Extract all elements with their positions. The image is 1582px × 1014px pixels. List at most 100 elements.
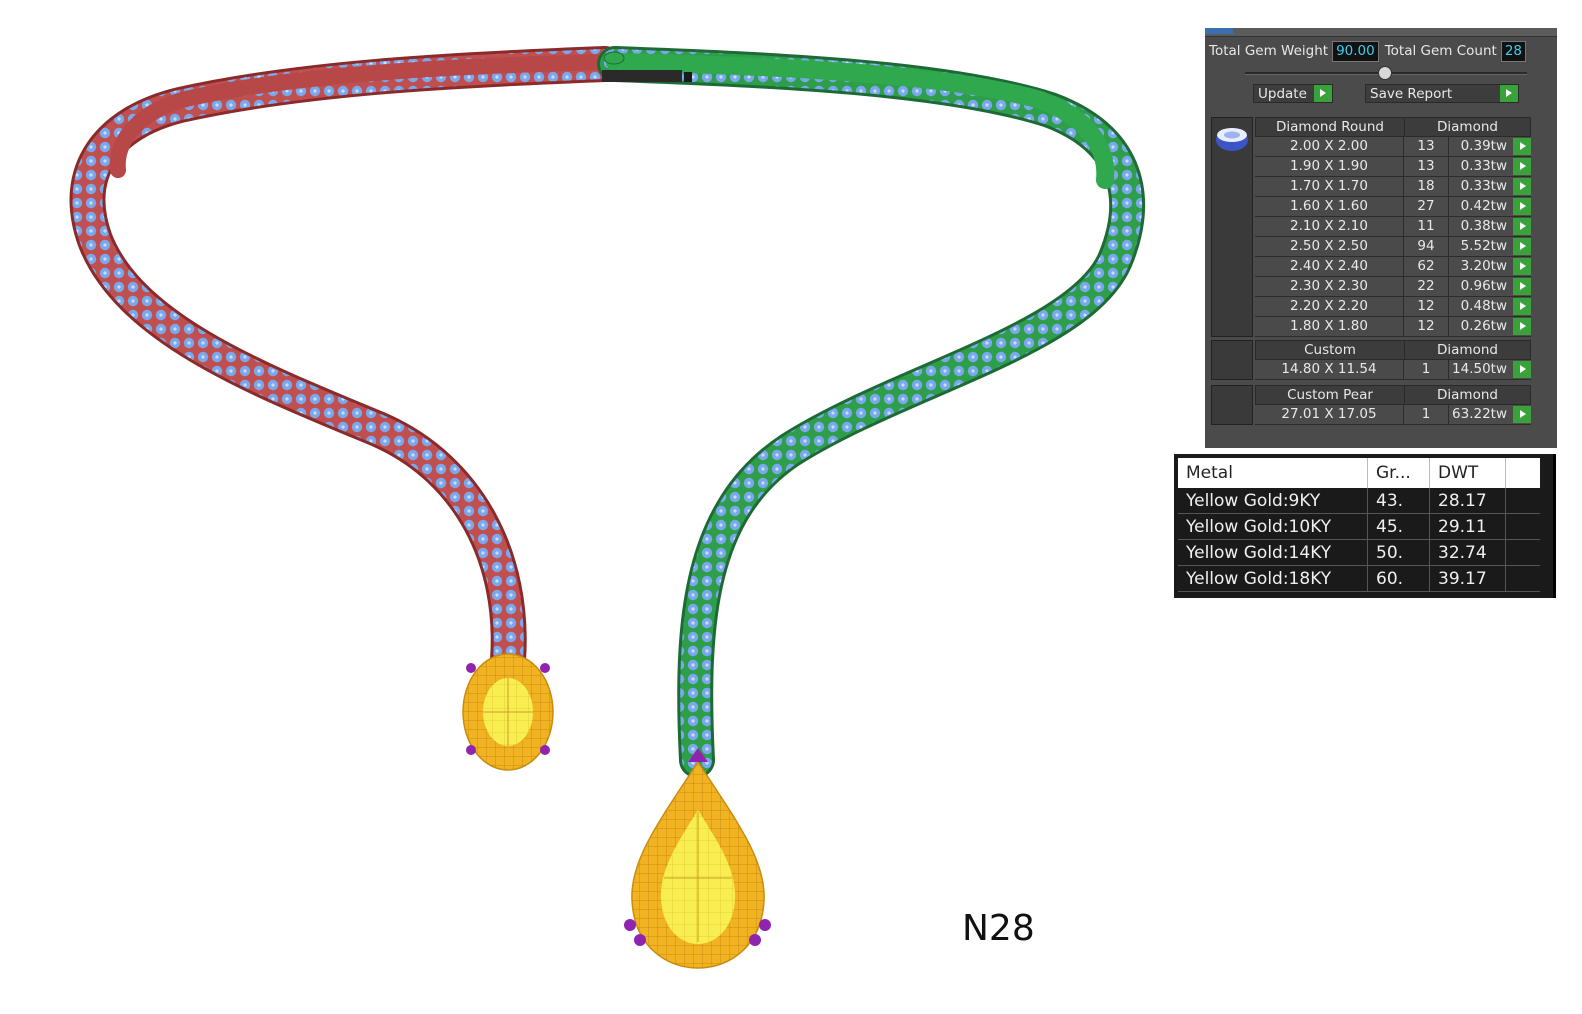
shape-header: Diamond Round	[1256, 118, 1405, 136]
metal-grams: 43.	[1368, 488, 1430, 513]
total-gem-weight-field[interactable]: 90.00	[1332, 40, 1379, 62]
gem-row[interactable]: 2.50 X 2.50 94 5.52tw	[1255, 237, 1531, 257]
gem-count: 22	[1404, 277, 1449, 296]
play-arrow-icon[interactable]	[1513, 361, 1531, 378]
material-header: Diamond	[1437, 387, 1498, 403]
gem-size: 2.50 X 2.50	[1255, 237, 1404, 256]
gem-row[interactable]: 14.80 X 11.54 1 14.50tw	[1255, 360, 1531, 380]
gem-thumbnail[interactable]	[1211, 385, 1253, 425]
update-button[interactable]: Update	[1253, 84, 1333, 103]
gem-size: 1.70 X 1.70	[1255, 177, 1404, 196]
metal-dwt: 39.17	[1430, 566, 1506, 591]
play-arrow-icon[interactable]	[1513, 298, 1531, 315]
gem-size: 1.80 X 1.80	[1255, 317, 1404, 336]
collapse-handle-icon[interactable]	[1378, 66, 1392, 80]
gem-size: 2.00 X 2.00	[1255, 137, 1404, 156]
metal-dwt: 32.74	[1430, 540, 1506, 565]
gem-weight: 0.42tw	[1460, 198, 1507, 214]
gem-row[interactable]: 27.01 X 17.05 1 63.22tw	[1255, 405, 1531, 425]
metal-name: Yellow Gold:9KY	[1178, 488, 1368, 513]
metal-dwt: 28.17	[1430, 488, 1506, 513]
table-header: Metal Gr... DWT	[1178, 458, 1540, 488]
metal-name: Yellow Gold:10KY	[1178, 514, 1368, 539]
gem-count: 1	[1404, 405, 1449, 424]
table-row[interactable]: Yellow Gold:14KY 50. 32.74	[1178, 540, 1540, 566]
gem-row[interactable]: 2.30 X 2.30 22 0.96tw	[1255, 277, 1531, 297]
gem-row[interactable]: 2.40 X 2.40 62 3.20tw	[1255, 257, 1531, 277]
play-arrow-icon[interactable]	[1513, 406, 1531, 423]
play-arrow-icon[interactable]	[1314, 85, 1332, 102]
totals-row: Total Gem Weight 90.00 Total Gem Count 2…	[1209, 40, 1532, 62]
play-arrow-icon[interactable]	[1513, 138, 1531, 155]
gem-group-header: Custom Pear Diamond	[1255, 385, 1531, 405]
round-diamond-icon	[1216, 128, 1248, 151]
gem-row[interactable]: 2.10 X 2.10 11 0.38tw	[1255, 217, 1531, 237]
play-arrow-icon[interactable]	[1513, 278, 1531, 295]
shape-header: Custom	[1256, 341, 1405, 359]
gem-report-panel: Total Gem Weight 90.00 Total Gem Count 2…	[1205, 28, 1557, 448]
gem-weight: 0.33tw	[1460, 178, 1507, 194]
save-report-button[interactable]: Save Report	[1365, 84, 1519, 103]
gem-weight: 0.48tw	[1460, 298, 1507, 314]
table-row[interactable]: Yellow Gold:9KY 43. 28.17	[1178, 488, 1540, 514]
table-row[interactable]: Yellow Gold:18KY 60. 39.17	[1178, 566, 1540, 592]
gem-row[interactable]: 2.00 X 2.00 13 0.39tw	[1255, 137, 1531, 157]
gem-size: 14.80 X 11.54	[1255, 360, 1404, 379]
gem-weight: 0.39tw	[1460, 138, 1507, 154]
total-gem-count-field[interactable]: 28	[1500, 40, 1527, 62]
left-necklace-band	[69, 46, 623, 678]
play-arrow-icon[interactable]	[1513, 238, 1531, 255]
gem-weight: 0.26tw	[1460, 318, 1507, 334]
table-border	[1553, 454, 1556, 598]
metal-grams: 50.	[1368, 540, 1430, 565]
play-arrow-icon[interactable]	[1513, 258, 1531, 275]
gem-size: 1.60 X 1.60	[1255, 197, 1404, 216]
metal-name: Yellow Gold:14KY	[1178, 540, 1368, 565]
play-arrow-icon[interactable]	[1513, 318, 1531, 335]
pear-gem-setting	[624, 748, 771, 969]
gem-size: 27.01 X 17.05	[1255, 405, 1404, 424]
panel-titlebar	[1205, 28, 1557, 37]
gem-weight: 14.50tw	[1452, 361, 1507, 377]
shape-header: Custom Pear	[1256, 386, 1405, 404]
material-header: Diamond	[1437, 342, 1498, 358]
total-gem-weight-label: Total Gem Weight	[1209, 43, 1329, 59]
gem-weight: 63.22tw	[1452, 406, 1507, 422]
gem-weight: 3.20tw	[1460, 258, 1507, 274]
metal-grams: 60.	[1368, 566, 1430, 591]
metal-grams: 45.	[1368, 514, 1430, 539]
gem-count: 62	[1404, 257, 1449, 276]
play-arrow-icon[interactable]	[1513, 158, 1531, 175]
gem-size: 2.20 X 2.20	[1255, 297, 1404, 316]
table-row[interactable]: Yellow Gold:10KY 45. 29.11	[1178, 514, 1540, 540]
total-gem-count-label: Total Gem Count	[1384, 43, 1497, 59]
model-label: N28	[962, 908, 1035, 949]
oval-gem-setting	[462, 653, 554, 771]
play-arrow-icon[interactable]	[1513, 198, 1531, 215]
right-necklace-band	[597, 46, 1146, 778]
play-arrow-icon[interactable]	[1513, 178, 1531, 195]
metal-weight-table: Metal Gr... DWT Yellow Gold:9KY 43. 28.1…	[1174, 454, 1556, 598]
column-header-grams[interactable]: Gr...	[1368, 458, 1430, 488]
play-arrow-icon[interactable]	[1500, 85, 1518, 102]
gem-row[interactable]: 1.70 X 1.70 18 0.33tw	[1255, 177, 1531, 197]
gem-thumbnail[interactable]	[1211, 117, 1253, 337]
column-header-metal[interactable]: Metal	[1178, 458, 1368, 488]
gem-row[interactable]: 1.80 X 1.80 12 0.26tw	[1255, 317, 1531, 337]
gem-row[interactable]: 1.90 X 1.90 13 0.33tw	[1255, 157, 1531, 177]
gem-row[interactable]: 2.20 X 2.20 12 0.48tw	[1255, 297, 1531, 317]
gem-thumbnail[interactable]	[1211, 340, 1253, 380]
gem-count: 94	[1404, 237, 1449, 256]
gem-group-header: Diamond Round Diamond	[1255, 117, 1531, 137]
gem-size: 1.90 X 1.90	[1255, 157, 1404, 176]
gem-weight: 0.38tw	[1460, 218, 1507, 234]
gem-weight: 0.96tw	[1460, 278, 1507, 294]
play-arrow-icon[interactable]	[1513, 218, 1531, 235]
metal-dwt: 29.11	[1430, 514, 1506, 539]
column-header-dwt[interactable]: DWT	[1430, 458, 1506, 488]
gem-size: 2.10 X 2.10	[1255, 217, 1404, 236]
gem-count: 11	[1404, 217, 1449, 236]
gem-row[interactable]: 1.60 X 1.60 27 0.42tw	[1255, 197, 1531, 217]
gem-weight: 0.33tw	[1460, 158, 1507, 174]
material-header: Diamond	[1437, 119, 1498, 135]
